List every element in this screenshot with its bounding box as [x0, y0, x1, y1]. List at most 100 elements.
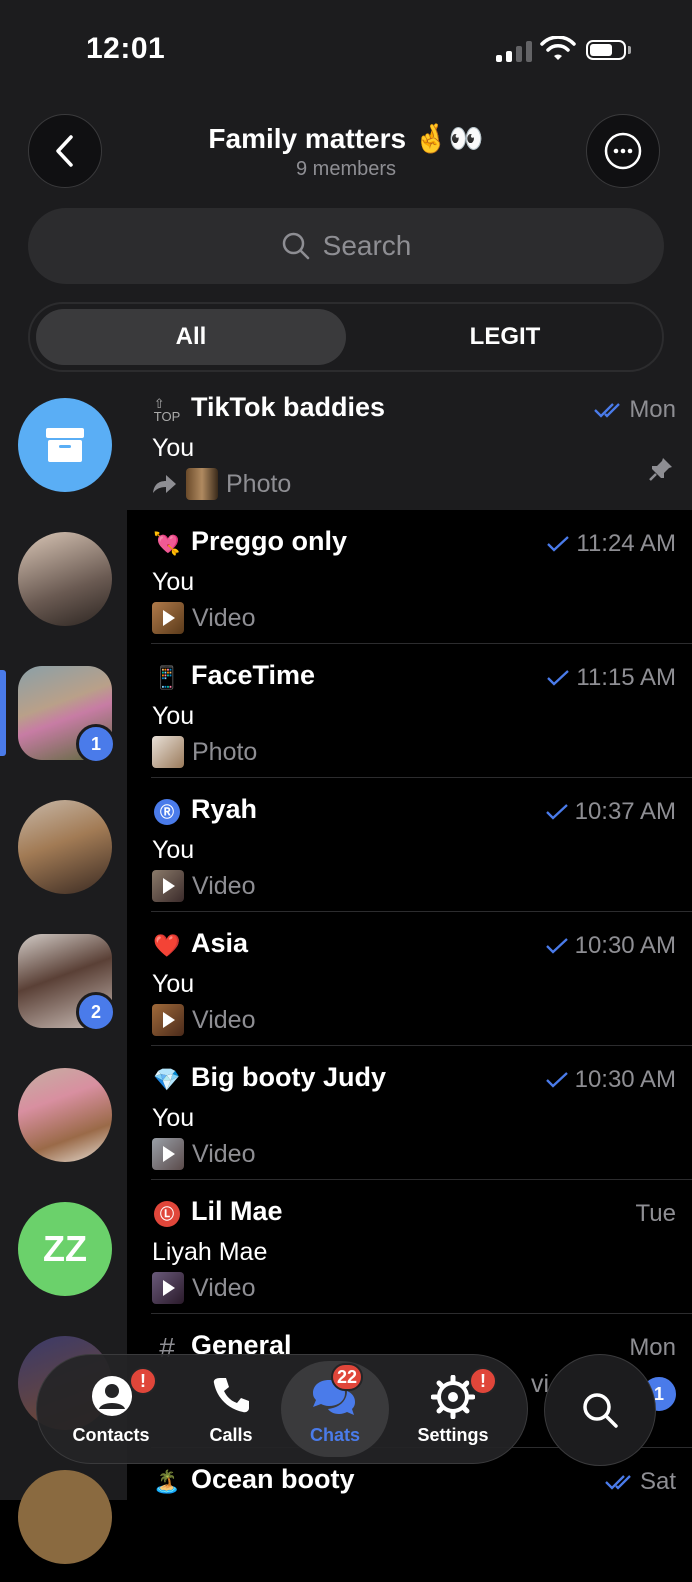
search-placeholder: Search	[322, 230, 412, 261]
avatar[interactable]	[18, 532, 112, 626]
chat-row[interactable]: 📱 FaceTime 11:15 AM You Photo	[127, 644, 692, 778]
preview-text: Video	[192, 1139, 256, 1168]
chat-time: 10:30 AM	[545, 1066, 676, 1094]
chat-time: Tue	[636, 1200, 676, 1228]
preview-text: Video	[192, 1005, 256, 1034]
photo-thumbnail	[186, 468, 218, 500]
chat-time-text: 11:24 AM	[576, 530, 676, 557]
check-icon	[547, 536, 570, 552]
tab-label: Chats	[309, 1425, 360, 1445]
pin-icon	[649, 458, 672, 481]
chat-name: Preggo only	[191, 526, 348, 556]
top-icon: ⇧ TOP	[153, 396, 181, 424]
battery-tip	[628, 46, 631, 54]
archive-avatar[interactable]	[18, 398, 112, 492]
chat-time-text: 10:30 AM	[574, 932, 676, 959]
chat-time: 11:24 AM	[546, 530, 676, 558]
chats-badge: 22	[331, 1363, 364, 1391]
chat-sender: You	[152, 836, 195, 864]
chat-preview: Video	[152, 1272, 256, 1304]
check-icon	[545, 804, 568, 820]
contacts-icon	[92, 1376, 132, 1416]
chat-row[interactable]: 🏝️ Ocean booty Sat	[127, 1448, 692, 1582]
chat-row[interactable]: 💎 Big booty Judy 10:30 AM You Video	[127, 1046, 692, 1180]
avatar[interactable]	[18, 1068, 112, 1162]
chat-time-text: 10:30 AM	[574, 1066, 676, 1093]
avatar[interactable]	[18, 1470, 112, 1564]
chat-name: Asia	[191, 928, 249, 958]
tab-contacts[interactable]: ! Contacts	[57, 1363, 165, 1455]
battery-icon	[586, 40, 626, 60]
search-icon	[282, 232, 309, 260]
more-button[interactable]	[586, 114, 660, 188]
chat-emoji: 📱	[153, 665, 181, 690]
video-thumbnail	[152, 1138, 184, 1170]
folder-tabs: All LEGIT	[28, 302, 664, 372]
chat-preview: Video	[152, 1004, 256, 1036]
chat-time: 10:30 AM	[545, 932, 676, 960]
chat-name: Lil Mae	[191, 1196, 283, 1226]
contacts-badge: !	[129, 1367, 157, 1395]
video-thumbnail	[152, 602, 184, 634]
chat-row[interactable]: 💘 Preggo only 11:24 AM You Video	[127, 510, 692, 644]
photo-thumbnail	[152, 736, 184, 768]
avatar[interactable]	[18, 800, 112, 894]
chat-sender: You	[152, 970, 195, 998]
check-icon	[545, 1072, 568, 1088]
forward-icon	[153, 475, 176, 493]
chat-emoji: 💎	[153, 1067, 181, 1092]
chat-sender: You	[152, 1104, 195, 1132]
tab-legit[interactable]: LEGIT	[350, 309, 660, 365]
chat-row[interactable]: Ⓡ Ryah 10:37 AM You Video	[127, 778, 692, 912]
unread-badge: 2	[76, 992, 116, 1032]
avatar-zz[interactable]: ZZ	[18, 1202, 112, 1296]
chat-name: Ryah	[191, 794, 258, 824]
chat-row[interactable]: Ⓛ Lil Mae Tue Liyah Mae Video	[127, 1180, 692, 1314]
chat-time: Mon	[593, 396, 676, 424]
chat-time-text: 10:37 AM	[574, 798, 676, 825]
chat-name: Ocean booty	[191, 1464, 355, 1494]
tab-chats[interactable]: 22 Chats	[281, 1363, 389, 1455]
chat-sender: You	[152, 434, 195, 462]
chat-row[interactable]: ⇧ TOP TikTok baddies Mon You Photo	[127, 376, 692, 510]
chat-preview: Video	[152, 870, 256, 902]
video-thumbnail	[152, 1272, 184, 1304]
chat-time-text: Sat	[639, 1468, 676, 1495]
archive-icon	[46, 428, 84, 462]
video-thumbnail	[152, 1004, 184, 1036]
chat-sender: Liyah Mae	[152, 1238, 268, 1266]
chat-time: Mon	[629, 1334, 676, 1362]
chat-preview: Video	[152, 602, 256, 634]
more-icon	[604, 132, 642, 170]
chat-preview: Photo	[152, 468, 291, 500]
chat-emoji: ❤️	[153, 933, 181, 958]
search-icon	[583, 1393, 618, 1428]
chat-time-text: Mon	[629, 396, 676, 423]
chat-name: TikTok baddies	[191, 392, 386, 422]
tab-calls[interactable]: Calls	[177, 1363, 285, 1455]
preview-text: Video	[192, 871, 256, 900]
check-icon	[547, 670, 570, 686]
chat-time: 11:15 AM	[546, 664, 676, 692]
tab-label: Calls	[209, 1425, 253, 1445]
search-input[interactable]: Search	[28, 208, 664, 284]
tab-label: Settings	[417, 1425, 489, 1445]
status-time: 12:01	[86, 32, 166, 65]
chat-row[interactable]: ❤️ Asia 10:30 AM You Video	[127, 912, 692, 1046]
signal-icon	[496, 40, 532, 62]
chat-preview: Photo	[152, 736, 257, 768]
rail-active-indicator	[0, 670, 6, 756]
chat-sender: You	[152, 702, 195, 730]
preview-text: Photo	[192, 737, 258, 766]
tab-settings[interactable]: ! Settings	[399, 1363, 507, 1455]
video-thumbnail	[152, 870, 184, 902]
preview-text: Video	[192, 603, 256, 632]
unread-badge: 1	[76, 724, 116, 764]
chat-name: Big booty Judy	[191, 1062, 386, 1092]
chat-preview: Video	[152, 1138, 256, 1170]
search-button[interactable]	[544, 1354, 656, 1466]
chat-emoji: 🏝️	[153, 1469, 181, 1494]
preview-text: Video	[192, 1273, 256, 1302]
tab-bar: ! Contacts Calls 22 Chats ! Settings	[36, 1354, 528, 1464]
tab-all[interactable]: All	[36, 309, 346, 365]
